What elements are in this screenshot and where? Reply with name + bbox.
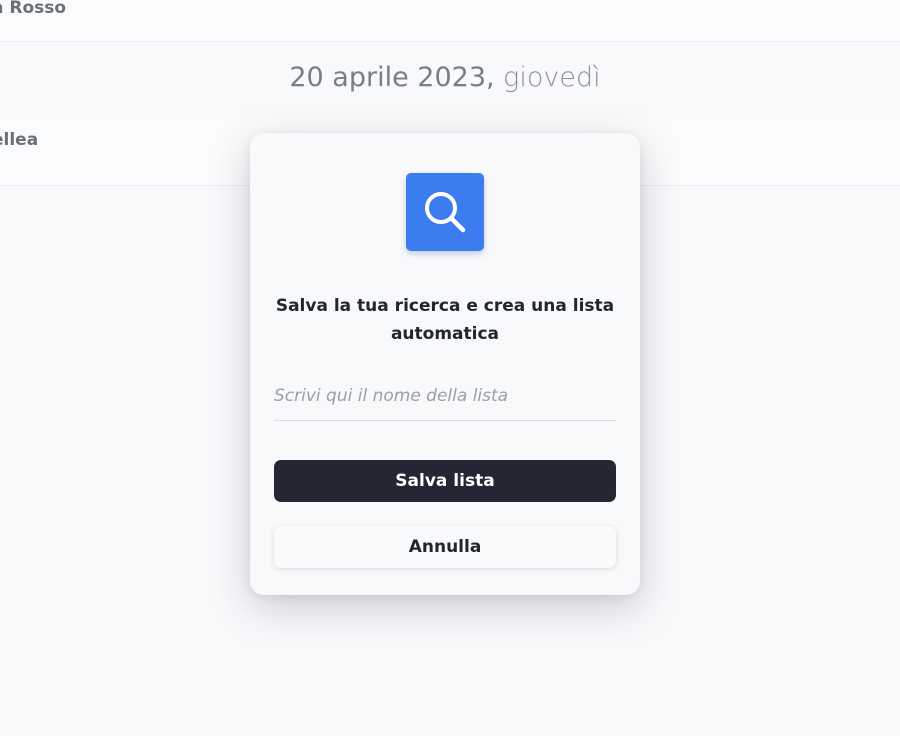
modal-title: Salva la tua ricerca e crea una lista au… (275, 296, 615, 344)
list-row-top-label: a Rosso (0, 0, 67, 18)
save-list-button[interactable]: Salva lista (274, 460, 616, 502)
list-row-top[interactable]: a Rosso (0, 0, 900, 42)
date-heading: 20 aprile 2023, giovedì (0, 62, 890, 93)
search-icon (406, 173, 484, 251)
save-search-modal: Salva la tua ricerca e crea una lista au… (250, 133, 640, 595)
page: a Rosso 20 aprile 2023, giovedì ellea Sa… (0, 0, 900, 736)
list-name-input[interactable] (274, 371, 616, 421)
cancel-button[interactable]: Annulla (274, 526, 616, 568)
date-heading-date: 20 aprile 2023 (289, 62, 486, 93)
list-row-middle-label: ellea (0, 130, 39, 150)
search-icon-graphic (425, 192, 466, 233)
date-heading-separator: , (486, 62, 504, 93)
date-heading-weekday: giovedì (503, 62, 601, 93)
